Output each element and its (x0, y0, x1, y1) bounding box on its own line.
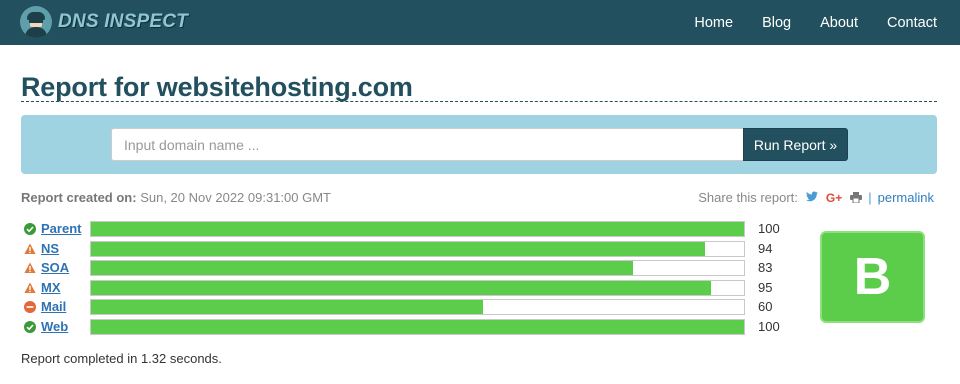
grade-badge: B (820, 231, 925, 323)
created-value: Sun, 20 Nov 2022 09:31:00 GMT (140, 190, 331, 205)
check-row-ns: NS 94 (21, 240, 781, 257)
score-fill-ns (91, 241, 705, 256)
check-label-mail[interactable]: Mail (41, 299, 66, 315)
run-report-button[interactable]: Run Report » (743, 128, 848, 161)
share-label: Share this report: (698, 190, 798, 205)
page-title: Report for websitehosting.com (21, 72, 413, 102)
share-separator: | (868, 190, 872, 205)
nav-about[interactable]: About (820, 15, 858, 31)
minus-circle-icon (24, 301, 36, 313)
warning-icon (24, 243, 36, 254)
twitter-icon[interactable] (805, 191, 818, 205)
score-fill-parent (91, 222, 744, 236)
check-circle-icon (24, 223, 36, 235)
score-bar-parent (90, 221, 745, 237)
score-bar-web (90, 318, 745, 335)
completion-text: Report completed in 1.32 seconds. (21, 351, 222, 366)
score-fill-soa (91, 261, 633, 275)
title-divider (21, 101, 937, 102)
google-plus-icon[interactable]: G+ (826, 191, 842, 205)
detective-icon (20, 6, 52, 38)
check-row-mail: Mail 60 (21, 299, 781, 315)
brand-link[interactable]: DNS INSPECT (20, 5, 188, 39)
warning-icon (24, 262, 36, 273)
score-bar-mx (90, 279, 745, 296)
check-row-mx: MX 95 (21, 279, 781, 296)
nav-home[interactable]: Home (694, 15, 733, 31)
check-label-soa[interactable]: SOA (41, 260, 69, 276)
score-fill-mx (91, 280, 712, 295)
share-bar: Share this report: G+ | permalink (698, 190, 934, 205)
check-circle-icon (24, 320, 36, 333)
score-value-mx: 95 (758, 279, 773, 295)
print-icon[interactable] (850, 192, 863, 204)
check-label-web[interactable]: Web (41, 319, 68, 335)
score-value-web: 100 (758, 318, 780, 334)
check-label-parent[interactable]: Parent (41, 221, 81, 237)
score-fill-mail (91, 300, 483, 314)
main-nav: Home Blog About Contact (665, 0, 937, 45)
score-fill-web (91, 319, 744, 334)
nav-blog[interactable]: Blog (762, 15, 791, 31)
domain-input[interactable] (111, 128, 743, 161)
score-bar-soa (90, 260, 745, 276)
permalink-link[interactable]: permalink (878, 190, 934, 205)
check-label-ns[interactable]: NS (41, 241, 59, 257)
score-value-parent: 100 (758, 221, 780, 236)
top-navbar: DNS INSPECT Home Blog About Contact (0, 0, 960, 45)
check-row-web: Web 100 (21, 318, 781, 335)
check-row-parent: Parent 100 (21, 221, 781, 237)
check-row-soa: SOA 83 (21, 260, 781, 276)
created-label: Report created on: (21, 190, 137, 205)
check-label-mx[interactable]: MX (41, 280, 61, 296)
report-meta: Report created on: Sun, 20 Nov 2022 09:3… (21, 190, 331, 205)
score-value-mail: 60 (758, 299, 773, 314)
score-bar-mail (90, 299, 745, 315)
brand-name: DNS INSPECT (58, 11, 188, 32)
score-bar-ns (90, 240, 745, 257)
search-panel: Run Report » (21, 115, 937, 174)
warning-icon (24, 282, 36, 293)
nav-contact[interactable]: Contact (887, 15, 937, 31)
score-value-ns: 94 (758, 240, 773, 256)
score-value-soa: 83 (758, 260, 773, 275)
